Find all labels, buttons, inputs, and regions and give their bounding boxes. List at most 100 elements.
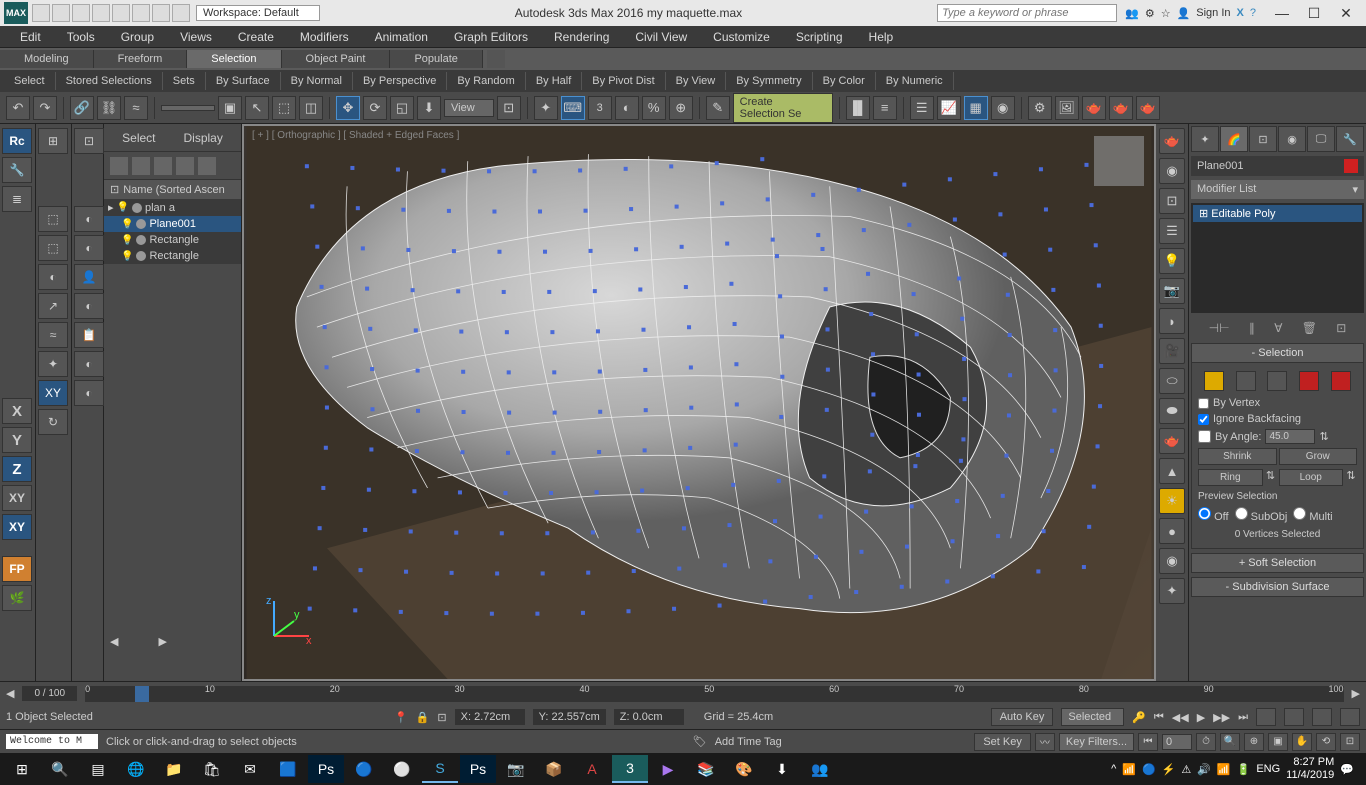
scene-item-plane001[interactable]: 💡Plane001 bbox=[104, 216, 241, 232]
select-region-button[interactable]: ⬚ bbox=[272, 96, 296, 120]
lt2-grid-button[interactable]: ⊞ bbox=[38, 128, 68, 154]
preview-off-radio[interactable]: Off bbox=[1198, 507, 1229, 523]
menu-create[interactable]: Create bbox=[226, 28, 286, 46]
add-time-tag[interactable]: Add Time Tag bbox=[715, 736, 782, 748]
border-mode-icon[interactable] bbox=[1267, 371, 1287, 391]
display-tab[interactable]: 🖵 bbox=[1307, 126, 1335, 152]
link-button[interactable]: 🔗 bbox=[70, 96, 94, 120]
app3-icon[interactable]: 📦 bbox=[536, 755, 572, 783]
lock-icon[interactable]: 📍 bbox=[394, 711, 408, 724]
zoom-ext-icon[interactable]: 🔍 bbox=[1220, 733, 1240, 751]
tray-lang[interactable]: ENG bbox=[1256, 763, 1280, 775]
unlink-button[interactable]: ⛓ bbox=[97, 96, 121, 120]
sel-byperspective[interactable]: By Perspective bbox=[353, 72, 447, 90]
idm-icon[interactable]: ⬇ bbox=[764, 755, 800, 783]
select-place-button[interactable]: ⬇ bbox=[417, 96, 441, 120]
scene-icon-4[interactable] bbox=[176, 157, 194, 175]
ring-spinner-icon[interactable]: ⇅ bbox=[1265, 469, 1277, 486]
scroll-left-icon[interactable]: ◀ bbox=[110, 635, 118, 648]
timeline-scroll-left-icon[interactable]: ◀ bbox=[6, 687, 14, 700]
edge-icon[interactable]: 🌐 bbox=[118, 755, 154, 783]
lt2-b2[interactable]: ⬚ bbox=[38, 235, 68, 261]
start-button[interactable]: ⊞ bbox=[4, 755, 40, 783]
grow-button[interactable]: Grow bbox=[1279, 448, 1358, 465]
lt3-b4[interactable]: 👤 bbox=[74, 264, 104, 290]
undo-icon[interactable] bbox=[92, 4, 110, 22]
app4-icon[interactable]: 📚 bbox=[688, 755, 724, 783]
spinner-icon[interactable]: ⇅ bbox=[1319, 430, 1328, 443]
ribbon-tab-freeform[interactable]: Freeform bbox=[94, 50, 188, 68]
goto-start-icon[interactable]: ⏮ bbox=[1138, 733, 1158, 751]
mirror-button[interactable]: ▐▌ bbox=[846, 96, 870, 120]
render-button[interactable]: 🫖 bbox=[1082, 96, 1106, 120]
play-prev-icon[interactable]: ◀◀ bbox=[1172, 711, 1189, 724]
maxscript-listener[interactable]: Welcome to M bbox=[6, 734, 98, 749]
subscription-icon[interactable]: 👥 bbox=[1125, 7, 1139, 20]
exchange-x-icon[interactable]: X bbox=[1237, 7, 1244, 19]
nav-b4[interactable] bbox=[1340, 708, 1360, 726]
by-angle-input[interactable] bbox=[1265, 429, 1315, 444]
show-end-icon[interactable]: ∥ bbox=[1249, 321, 1255, 335]
sel-select[interactable]: Select bbox=[4, 72, 56, 90]
keymode-dropdown[interactable]: Selected bbox=[1061, 708, 1124, 726]
sel-bypivot[interactable]: By Pivot Dist bbox=[582, 72, 665, 90]
angle-snap-button[interactable]: ◐ bbox=[615, 96, 639, 120]
ribbon-tab-populate[interactable]: Populate bbox=[390, 50, 482, 68]
selection-lock-icon[interactable]: ⊡ bbox=[437, 711, 446, 724]
ring-button[interactable]: Ring bbox=[1198, 469, 1263, 486]
clock[interactable]: 8:27 PM 11/4/2019 bbox=[1286, 756, 1334, 782]
x-axis-button[interactable]: X bbox=[2, 398, 32, 424]
modifier-list-dropdown[interactable]: Modifier List▾ bbox=[1191, 180, 1364, 199]
app-logo[interactable]: MAX bbox=[4, 2, 28, 24]
sel-bynormal[interactable]: By Normal bbox=[281, 72, 353, 90]
ri-teapot-icon[interactable]: 🫖 bbox=[1159, 128, 1185, 154]
refcoord-dropdown[interactable]: View bbox=[444, 99, 494, 117]
sel-bycolor[interactable]: By Color bbox=[813, 72, 876, 90]
scene-list-header[interactable]: ⊡Name (Sorted Ascen bbox=[104, 180, 241, 199]
workspace-dropdown[interactable]: Workspace: Default bbox=[196, 5, 320, 21]
ri-camera-icon[interactable]: 📷 bbox=[1159, 278, 1185, 304]
ri-light-icon[interactable]: 💡 bbox=[1159, 248, 1185, 274]
ri-b7[interactable]: ◗ bbox=[1159, 308, 1185, 334]
play-start-icon[interactable]: ⏮ bbox=[1154, 711, 1164, 724]
explorer-icon[interactable]: 📁 bbox=[156, 755, 192, 783]
sel-byrandom[interactable]: By Random bbox=[447, 72, 525, 90]
pan-icon[interactable]: ✋ bbox=[1292, 733, 1312, 751]
axis-gizmo[interactable]: z x y bbox=[264, 596, 314, 649]
layers-button[interactable]: ☰ bbox=[910, 96, 934, 120]
exchange-icon[interactable]: ⚙ bbox=[1145, 7, 1155, 20]
named-selection-dropdown[interactable]: Create Selection Se bbox=[733, 93, 833, 123]
percent-snap-button[interactable]: % bbox=[642, 96, 666, 120]
sel-bynumeric[interactable]: By Numeric bbox=[876, 72, 954, 90]
current-frame-input[interactable] bbox=[1162, 734, 1192, 750]
redo-icon[interactable] bbox=[132, 4, 150, 22]
lt2-b1[interactable]: ⬚ bbox=[38, 206, 68, 232]
ignore-backfacing-checkbox[interactable]: Ignore Backfacing bbox=[1198, 411, 1357, 427]
lt3-b7[interactable]: ◐ bbox=[74, 351, 104, 377]
scene-icon-2[interactable] bbox=[132, 157, 150, 175]
select-name-button[interactable]: ↖ bbox=[245, 96, 269, 120]
redo-button[interactable]: ↷ bbox=[33, 96, 57, 120]
ps2-icon[interactable]: Ps bbox=[460, 755, 496, 783]
x-coord[interactable]: X: 2.72cm bbox=[455, 709, 525, 725]
menu-help[interactable]: Help bbox=[857, 28, 906, 46]
curve-editor-button[interactable]: 📈 bbox=[937, 96, 961, 120]
menu-views[interactable]: Views bbox=[168, 28, 224, 46]
ri-b2[interactable]: ◉ bbox=[1159, 158, 1185, 184]
autocad-icon[interactable]: A bbox=[574, 755, 610, 783]
render-setup-button[interactable]: ⚙ bbox=[1028, 96, 1052, 120]
fp-button[interactable]: FP bbox=[2, 556, 32, 582]
ri-sun-icon[interactable]: ☀ bbox=[1159, 488, 1185, 514]
lt2-b8[interactable]: ↻ bbox=[38, 409, 68, 435]
align-button[interactable]: ≡ bbox=[873, 96, 897, 120]
sel-stored[interactable]: Stored Selections bbox=[56, 72, 163, 90]
timeline-scroll-right-icon[interactable]: ▶ bbox=[1352, 687, 1360, 700]
scene-item-plan[interactable]: ▸💡plan a bbox=[104, 199, 241, 216]
menu-scripting[interactable]: Scripting bbox=[784, 28, 855, 46]
lt2-b7[interactable]: XY bbox=[38, 380, 68, 406]
favorites-icon[interactable]: ☆ bbox=[1161, 7, 1171, 20]
ri-b11[interactable]: 🫖 bbox=[1159, 428, 1185, 454]
snap-toggle-button[interactable]: 3 bbox=[588, 96, 612, 120]
timeline-track[interactable]: 0 10 20 30 40 50 60 70 80 90 100 bbox=[85, 686, 1343, 702]
sel-bysymmetry[interactable]: By Symmetry bbox=[726, 72, 812, 90]
